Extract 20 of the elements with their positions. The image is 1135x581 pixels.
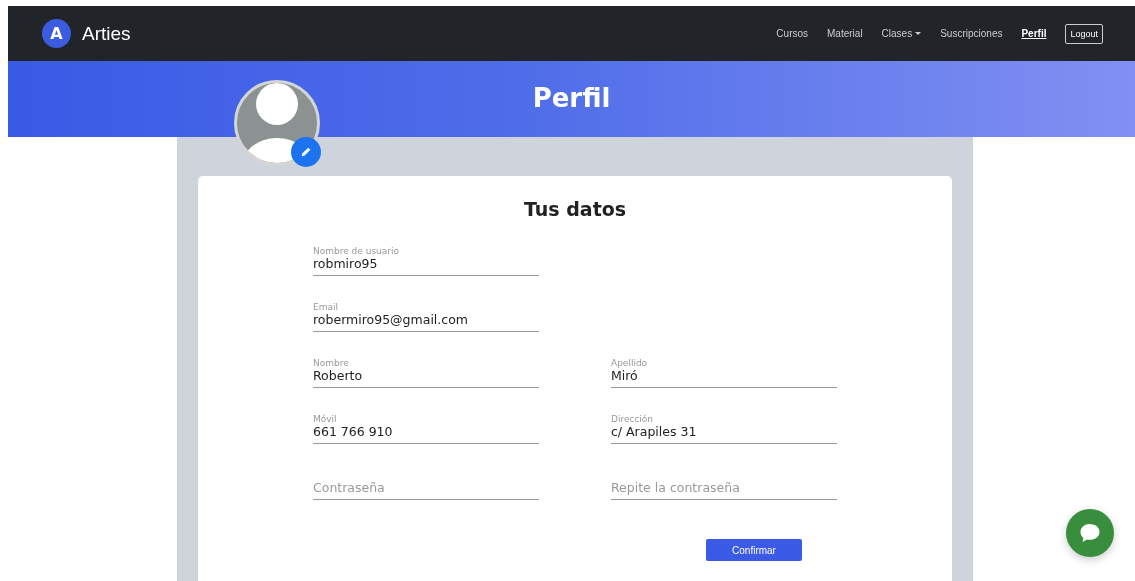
input-field[interactable]: Dirección c/ Arapiles 31 — [611, 400, 837, 444]
form-title: Tus datos — [522, 198, 628, 220]
input-field[interactable]: Apellido Miró — [611, 344, 837, 388]
input-field[interactable]: Nombre de usuario robmiro95 — [313, 232, 539, 276]
nav-link[interactable]: Perfil — [1021, 28, 1047, 39]
input-field[interactable]: Email robermiro95@gmail.com — [313, 288, 539, 332]
logo-icon[interactable]: A — [42, 19, 71, 48]
nav-link[interactable]: Cursos — [776, 28, 809, 39]
pencil-icon — [299, 145, 313, 159]
confirm-button[interactable]: Confirmar — [706, 539, 802, 561]
brand-name[interactable]: Arties — [82, 22, 131, 45]
caret-icon — [915, 32, 922, 35]
logout-button[interactable]: Logout — [1065, 23, 1103, 44]
input-field[interactable]: Nombre Roberto — [313, 344, 539, 388]
input-field[interactable]: Móvil 661 766 910 — [313, 400, 539, 444]
nav-link[interactable]: Material — [827, 28, 863, 39]
nav-link[interactable]: Suscripciones — [940, 28, 1003, 39]
page-title: Perfil — [532, 83, 611, 113]
chat-button[interactable] — [1066, 509, 1114, 557]
nav-link[interactable]: Clases — [881, 28, 922, 39]
